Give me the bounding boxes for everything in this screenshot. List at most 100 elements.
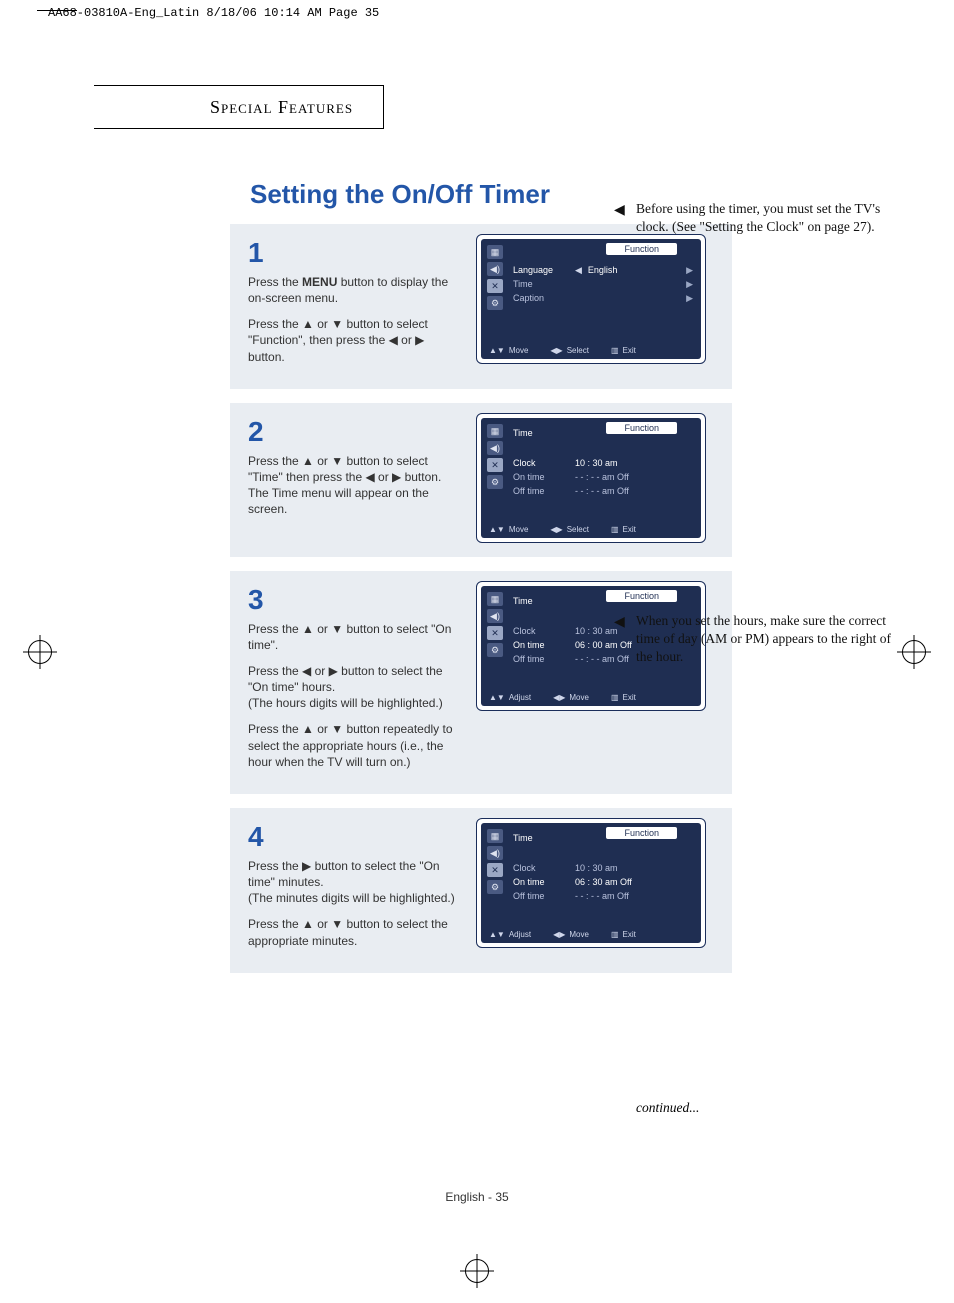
step-3-text: 3 Press the ▲ or ▼ button to select "On …: [248, 581, 458, 780]
osd-value: 10 : 30 am: [575, 458, 693, 468]
text: (The hours digits will be highlighted.): [248, 696, 443, 710]
osd-value: - - : - - am Off: [575, 891, 693, 901]
osd-item: Off time: [513, 891, 569, 901]
osd-value: 10 : 30 am: [575, 863, 693, 873]
osd-value: English: [588, 265, 680, 275]
text: Press the ▶ button to select the "On tim…: [248, 859, 440, 889]
sound-icon: ◀): [487, 846, 503, 860]
text: Press the: [248, 275, 302, 289]
picture-icon: ▦: [487, 592, 503, 606]
function-icon: ✕: [487, 863, 503, 877]
step-number: 2: [248, 413, 458, 451]
print-header: AA68-03810A-Eng_Latin 8/18/06 10:14 AM P…: [48, 6, 379, 20]
left-arrow-icon: ◀: [575, 265, 582, 276]
step-number: 3: [248, 581, 458, 619]
help-label: Select: [567, 346, 589, 355]
osd-value: - - : - - am Off: [575, 486, 693, 496]
help-label: Move: [569, 930, 589, 939]
help-label: Exit: [623, 525, 636, 534]
osd-category-icons: ▦ ◀) ✕ ⚙: [487, 829, 505, 897]
updown-icon: ▲▼: [489, 693, 505, 702]
updown-icon: ▲▼: [489, 346, 505, 355]
continued-label: continued...: [636, 1100, 699, 1116]
updown-icon: ▲▼: [489, 930, 505, 939]
steps-column: 1 Press the MENU button to display the o…: [230, 224, 880, 973]
function-icon: ✕: [487, 626, 503, 640]
leftright-icon: ◀▶: [553, 930, 565, 939]
right-arrow-icon: ▶: [686, 293, 693, 304]
osd-category-icons: ▦ ◀) ✕ ⚙: [487, 592, 505, 660]
menu-button-label: MENU: [302, 275, 337, 289]
picture-icon: ▦: [487, 829, 503, 843]
osd-item: Clock: [513, 626, 569, 636]
text: Press the ▲ or ▼ button repeatedly to se…: [248, 721, 458, 770]
chapter-heading: Special Features: [94, 85, 384, 129]
osd-value: - - : - - am Off: [575, 472, 693, 482]
sound-icon: ◀): [487, 609, 503, 623]
step-4-text: 4 Press the ▶ button to select the "On t…: [248, 818, 458, 959]
function-icon: ✕: [487, 458, 503, 472]
osd-item: On time: [513, 472, 569, 482]
step-number: 1: [248, 234, 458, 272]
leftright-icon: ◀▶: [550, 346, 562, 355]
osd-item: On time: [513, 640, 569, 650]
osd-title: Function: [606, 590, 677, 602]
menu-icon: ▥: [611, 930, 619, 939]
text: (The minutes digits will be highlighted.…: [248, 891, 455, 905]
menu-icon: ▥: [611, 525, 619, 534]
step-1: 1 Press the MENU button to display the o…: [230, 224, 732, 389]
setup-icon: ⚙: [487, 296, 503, 310]
osd-title: Function: [606, 243, 677, 255]
registration-mark-icon: [465, 1259, 489, 1283]
menu-icon: ▥: [611, 693, 619, 702]
setup-icon: ⚙: [487, 475, 503, 489]
text: Press the ▲ or ▼ button to select "Funct…: [248, 316, 458, 365]
osd-item: On time: [513, 877, 569, 887]
osd-item: Clock: [513, 458, 569, 468]
help-label: Exit: [623, 346, 636, 355]
sound-icon: ◀): [487, 262, 503, 276]
osd-item: Language: [513, 265, 569, 275]
text: Press the ▲ or ▼ button to select the ap…: [248, 916, 458, 948]
leftright-icon: ◀▶: [553, 693, 565, 702]
registration-mark-icon: [28, 640, 52, 664]
updown-icon: ▲▼: [489, 525, 505, 534]
osd-category-icons: ▦ ◀) ✕ ⚙: [487, 245, 505, 313]
picture-icon: ▦: [487, 424, 503, 438]
note-text: Before using the timer, you must set the…: [636, 201, 880, 234]
margin-note-2: ◀ When you set the hours, make sure the …: [636, 612, 894, 667]
osd-item: Caption: [513, 293, 569, 303]
help-label: Exit: [623, 693, 636, 702]
help-label: Exit: [623, 930, 636, 939]
menu-icon: ▥: [611, 346, 619, 355]
step-4: 4 Press the ▶ button to select the "On t…: [230, 808, 732, 973]
help-label: Move: [509, 525, 529, 534]
osd-screenshot-4: Function ▦ ◀) ✕ ⚙ Time Clock 10 : 30 am: [476, 818, 706, 948]
osd-screenshot-2: Function ▦ ◀) ✕ ⚙ Time Clock 10 : 30 am: [476, 413, 706, 543]
text: Press the ◀ or ▶ button to select the "O…: [248, 664, 443, 694]
help-label: Select: [567, 525, 589, 534]
osd-item: Off time: [513, 654, 569, 664]
leftright-icon: ◀▶: [550, 525, 562, 534]
margin-note-1: ◀ Before using the timer, you must set t…: [636, 200, 894, 236]
osd-title: Function: [606, 827, 677, 839]
text: Press the ▲ or ▼ button to select "Time"…: [248, 453, 458, 518]
osd-item: Time: [513, 279, 569, 289]
osd-item: Off time: [513, 486, 569, 496]
setup-icon: ⚙: [487, 643, 503, 657]
osd-title: Function: [606, 422, 677, 434]
step-1-text: 1 Press the MENU button to display the o…: [248, 234, 458, 375]
right-arrow-icon: ▶: [686, 279, 693, 290]
help-label: Adjust: [509, 930, 531, 939]
page-footer: English - 35: [0, 1190, 954, 1204]
left-pointer-icon: ◀: [614, 614, 625, 633]
left-pointer-icon: ◀: [614, 202, 625, 221]
step-3: 3 Press the ▲ or ▼ button to select "On …: [230, 571, 732, 794]
help-label: Move: [509, 346, 529, 355]
function-icon: ✕: [487, 279, 503, 293]
osd-screenshot-1: Function ▦ ◀) ✕ ⚙ Language ◀ English ▶: [476, 234, 706, 364]
help-label: Move: [569, 693, 589, 702]
help-label: Adjust: [509, 693, 531, 702]
registration-mark-icon: [902, 640, 926, 664]
step-number: 4: [248, 818, 458, 856]
